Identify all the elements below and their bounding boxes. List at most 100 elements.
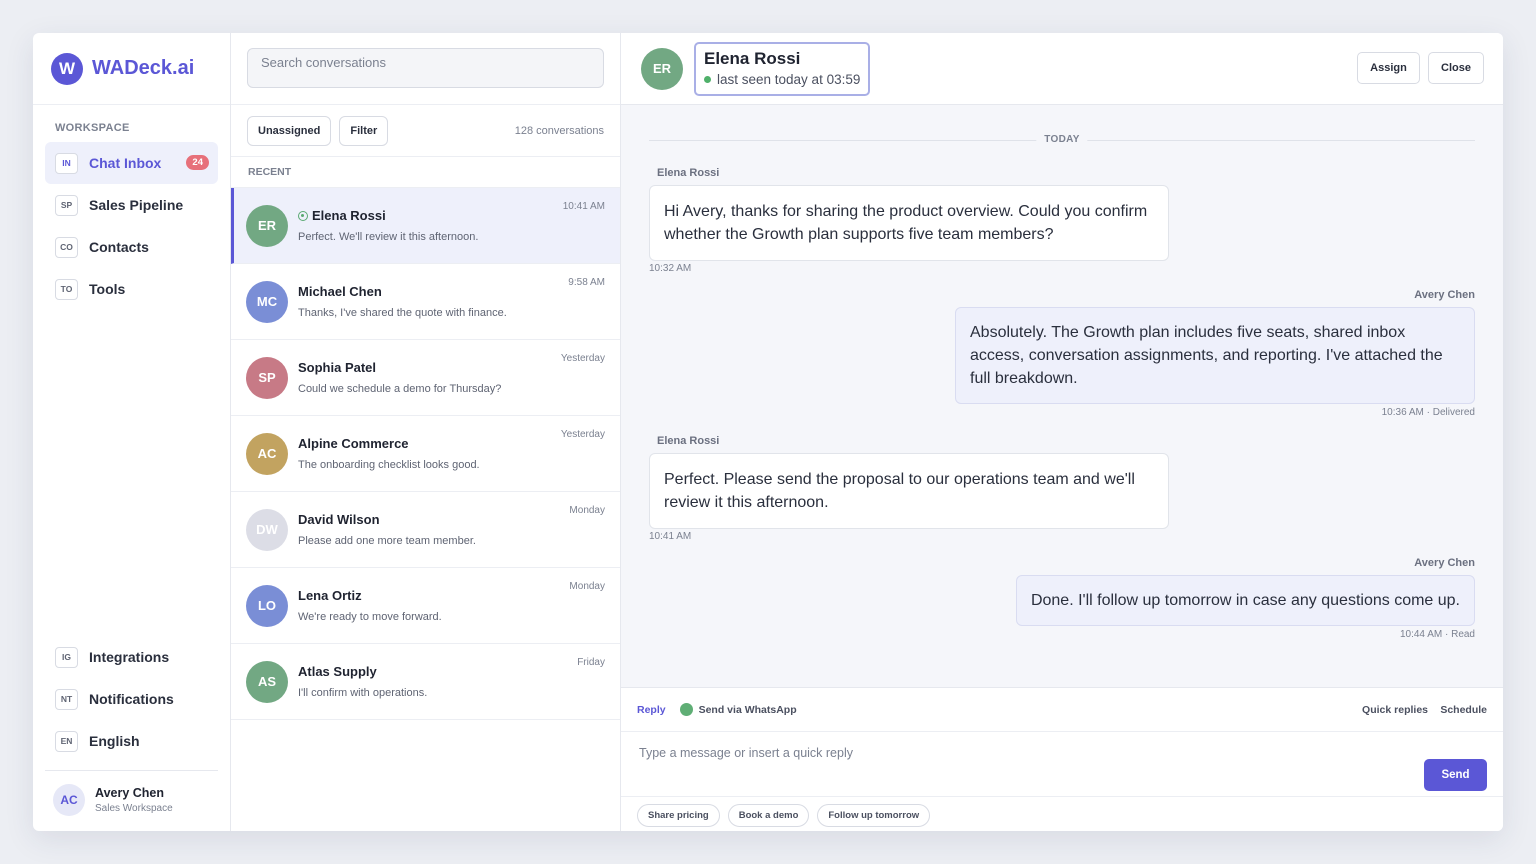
message-timestamp: 10:36 AM · Delivered — [1381, 407, 1475, 418]
message-bubble-outgoing: Done. I'll follow up tomorrow in case an… — [1015, 575, 1475, 626]
conversation-name: Sophia Patel — [298, 360, 377, 375]
day-divider: TODAY — [649, 134, 1475, 146]
avatar: LO — [246, 584, 288, 627]
message-bubble-outgoing: Absolutely. The Growth plan includes fiv… — [955, 307, 1475, 404]
avatar: AC — [246, 432, 288, 475]
message-composer: Reply Send via WhatsApp Quick replies Sc… — [621, 687, 1503, 831]
avatar: SP — [246, 356, 288, 399]
conversation-item[interactable]: LO Lena Ortiz We're ready to move forwar… — [231, 568, 620, 644]
assign-button[interactable]: Assign — [1357, 52, 1420, 84]
conversation-item[interactable]: MC Michael Chen Thanks, I've shared the … — [231, 264, 620, 340]
contact-info[interactable]: Elena Rossi last seen today at 03:59 — [694, 41, 871, 96]
quick-replies-button[interactable]: Quick replies — [1362, 704, 1428, 716]
quick-reply-chips: Share pricing Book a demo Follow up tomo… — [637, 804, 938, 827]
avatar: AC — [53, 783, 85, 816]
user-workspace: Sales Workspace — [95, 802, 173, 814]
conversation-preview: Could we schedule a demo for Thursday? — [298, 383, 502, 395]
sidebar-item-label: Contacts — [89, 239, 149, 255]
conversation-body: David Wilson Please add one more team me… — [298, 512, 476, 547]
message-input[interactable] — [637, 738, 1417, 778]
filter-button[interactable]: Filter — [339, 115, 389, 146]
conversation-body: Atlas Supply I'll confirm with operation… — [298, 664, 427, 699]
recent-section-label: RECENT — [231, 157, 620, 188]
message-sender: Elena Rossi — [657, 435, 720, 447]
conversation-time: 10:41 AM — [562, 201, 605, 212]
online-status-icon — [298, 210, 308, 221]
close-conversation-button[interactable]: Close — [1428, 52, 1484, 84]
sidebar-item-label: Sales Pipeline — [89, 197, 184, 213]
conversation-preview: Perfect. We'll review it this afternoon. — [298, 231, 479, 243]
message-timestamp: 10:41 AM — [649, 531, 692, 542]
workspace-label: WORKSPACE — [55, 122, 130, 134]
conversation-preview: Thanks, I've shared the quote with finan… — [298, 307, 507, 319]
sidebar-item-tools[interactable]: TO Tools — [45, 268, 218, 310]
conversation-name: David Wilson — [298, 512, 380, 527]
sidebar-item-integrations[interactable]: IG Integrations — [45, 636, 218, 678]
language-icon: EN — [55, 730, 78, 752]
sidebar-item-label: Notifications — [89, 691, 174, 707]
conversation-time: Monday — [569, 581, 605, 592]
pipeline-icon: SP — [55, 194, 78, 216]
message-timestamp: 10:44 AM · Read — [1399, 629, 1475, 640]
conversation-name: Lena Ortiz — [298, 588, 362, 603]
schedule-button[interactable]: Schedule — [1440, 704, 1487, 716]
conversation-body: Elena Rossi Perfect. We'll review it thi… — [298, 208, 478, 243]
conversation-body: Sophia Patel Could we schedule a demo fo… — [298, 360, 501, 395]
sidebar-item-sales-pipeline[interactable]: SP Sales Pipeline — [45, 184, 218, 226]
search-bar — [231, 33, 620, 105]
user-text: Avery Chen Sales Workspace — [95, 786, 173, 814]
conversation-item[interactable]: SP Sophia Patel Could we schedule a demo… — [231, 340, 620, 416]
avatar: AS — [246, 660, 288, 703]
conversation-item[interactable]: DW David Wilson Please add one more team… — [231, 492, 620, 568]
composer-toolbar: Reply Send via WhatsApp Quick replies Sc… — [621, 688, 1503, 732]
sidebar-item-chat-inbox[interactable]: IN Chat Inbox 24 — [45, 142, 218, 184]
conversation-count: 128 conversations — [514, 124, 604, 137]
user-profile[interactable]: AC Avery Chen Sales Workspace — [45, 770, 218, 828]
conversation-body: Alpine Commerce The onboarding checklist… — [298, 436, 480, 471]
sidebar-item-notifications[interactable]: NT Notifications — [45, 678, 218, 720]
conversation-name: Michael Chen — [298, 284, 382, 299]
avatar[interactable]: ER — [641, 47, 683, 90]
conversation-preview: We're ready to move forward. — [298, 611, 442, 623]
sidebar-item-label: Chat Inbox — [89, 155, 162, 171]
brand-logo[interactable]: W — [51, 52, 83, 85]
message-thread: TODAY Elena Rossi Hi Avery, thanks for s… — [649, 105, 1475, 687]
quick-reply-chip[interactable]: Follow up tomorrow — [817, 804, 931, 827]
chat-panel: ER Elena Rossi last seen today at 03:59 … — [621, 33, 1503, 831]
conversation-time: 9:58 AM — [568, 277, 605, 288]
filter-row: Unassigned Filter 128 conversations — [231, 105, 620, 157]
search-input[interactable] — [247, 48, 604, 88]
day-label: TODAY — [1036, 134, 1088, 145]
contact-status: last seen today at 03:59 — [704, 72, 860, 87]
inbox-icon: IN — [55, 152, 78, 174]
tab-reply[interactable]: Reply — [637, 704, 666, 716]
conversation-item[interactable]: AS Atlas Supply I'll confirm with operat… — [231, 644, 620, 720]
conversation-list-panel: Unassigned Filter 128 conversations RECE… — [231, 33, 621, 831]
contact-name: Elena Rossi — [704, 48, 801, 68]
user-name: Avery Chen — [95, 785, 165, 800]
quick-reply-chip[interactable]: Share pricing — [637, 804, 720, 827]
conversation-item[interactable]: ER Elena Rossi Perfect. We'll review it … — [231, 188, 620, 264]
unassigned-filter-button[interactable]: Unassigned — [247, 115, 332, 146]
conversation-name: Alpine Commerce — [298, 436, 409, 451]
message-bubble-incoming: Perfect. Please send the proposal to our… — [649, 453, 1169, 529]
send-button[interactable]: Send — [1424, 759, 1487, 791]
sidebar-item-language[interactable]: EN English — [45, 720, 218, 762]
conversation-preview: Please add one more team member. — [298, 535, 476, 547]
brand: W WADeck.ai — [33, 33, 230, 105]
avatar: MC — [246, 280, 288, 323]
message-bubble-incoming: Hi Avery, thanks for sharing the product… — [649, 185, 1169, 261]
whatsapp-icon — [679, 703, 693, 716]
conversation-item[interactable]: AC Alpine Commerce The onboarding checkl… — [231, 416, 620, 492]
tools-icon: TO — [55, 278, 78, 300]
sidebar: W WADeck.ai WORKSPACE IN Chat Inbox 24 S… — [33, 33, 231, 831]
last-seen-text: last seen today at 03:59 — [717, 71, 861, 87]
conversation-time: Friday — [577, 657, 605, 668]
quick-reply-chip[interactable]: Book a demo — [727, 804, 810, 827]
send-channel-label[interactable]: Send via WhatsApp — [699, 704, 797, 716]
brand-name[interactable]: WADeck.ai — [92, 57, 194, 80]
conversation-name: Elena Rossi — [312, 208, 386, 223]
sidebar-item-contacts[interactable]: CO Contacts — [45, 226, 218, 268]
message-sender: Elena Rossi — [657, 167, 720, 179]
sidebar-item-label: Tools — [89, 281, 126, 297]
